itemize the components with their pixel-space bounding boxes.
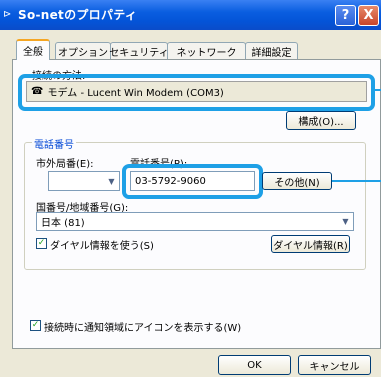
phone-highlight bbox=[122, 164, 263, 199]
chevron-down-icon[interactable]: ▼ bbox=[338, 213, 353, 230]
use-dialing-rules-checkbox[interactable]: ✓ bbox=[36, 238, 47, 249]
area-code-label: 市外局番(E): bbox=[36, 159, 94, 170]
area-code-select[interactable]: ▼ bbox=[48, 171, 120, 191]
tab-general[interactable]: 全般 bbox=[16, 39, 50, 60]
cancel-button[interactable]: キャンセル bbox=[298, 355, 371, 375]
window-title: So-netのプロパティ bbox=[18, 8, 138, 22]
close-button[interactable]: X bbox=[358, 5, 379, 26]
use-dialing-rules-label[interactable]: ダイヤル情報を使う(S) bbox=[50, 237, 154, 252]
notify-label[interactable]: 接続時に通知領域にアイコンを表示する(W) bbox=[44, 319, 241, 334]
ok-button[interactable]: OK bbox=[218, 355, 291, 375]
device-callout-line bbox=[373, 89, 381, 91]
window-icon: ⊳ bbox=[3, 9, 12, 20]
tab-options[interactable]: オプション bbox=[55, 42, 111, 59]
country-value: 日本 (81) bbox=[41, 218, 85, 229]
tab-security[interactable]: セキュリティ bbox=[109, 42, 169, 59]
chevron-down-icon[interactable]: ▼ bbox=[104, 172, 119, 190]
other-button[interactable]: その他(N) bbox=[262, 172, 332, 190]
tab-advanced[interactable]: 詳細設定 bbox=[245, 42, 298, 59]
configure-button[interactable]: 構成(O)... bbox=[286, 111, 356, 130]
notify-checkbox[interactable]: ✓ bbox=[30, 320, 41, 331]
tab-network[interactable]: ネットワーク bbox=[167, 42, 246, 59]
help-button[interactable]: ? bbox=[335, 5, 356, 26]
phone-group-label: 電話番号 bbox=[32, 136, 76, 151]
device-highlight bbox=[18, 74, 375, 111]
country-select[interactable]: 日本 (81) ▼ bbox=[36, 212, 354, 231]
dialing-rules-button[interactable]: ダイヤル情報(R) bbox=[271, 235, 350, 253]
